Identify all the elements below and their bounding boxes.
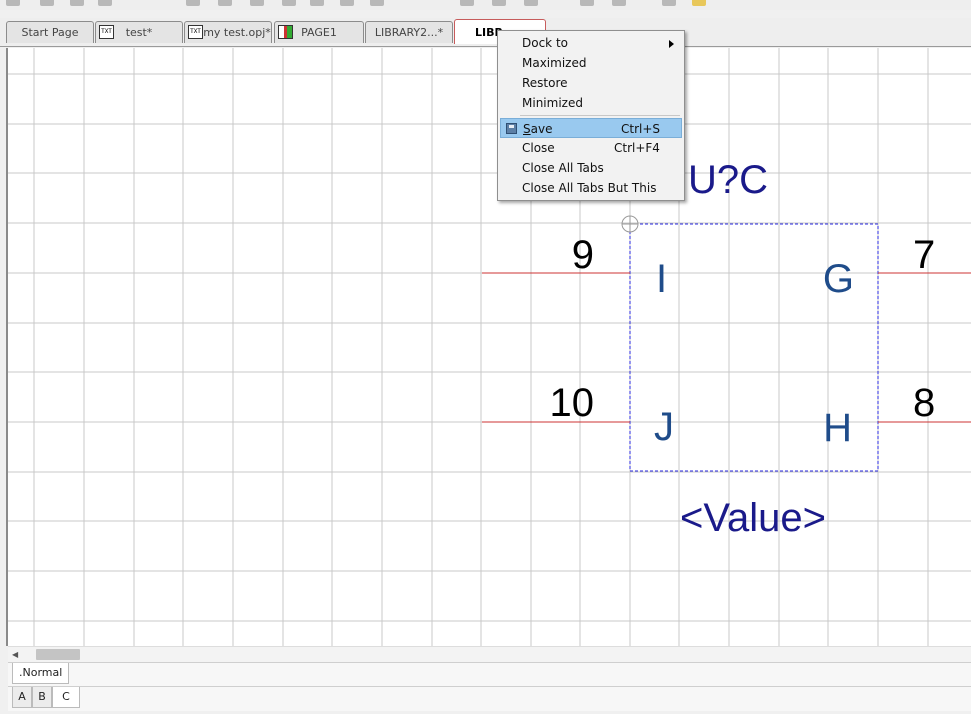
tab-page1[interactable]: PAGE1 (274, 21, 364, 43)
sheet-tab-c[interactable]: C (52, 687, 80, 708)
tab-context-menu: Dock to Maximized Restore Minimized Save… (497, 30, 685, 201)
toolbar-button[interactable] (6, 0, 20, 6)
close-shortcut: Ctrl+F4 (614, 141, 660, 155)
sheet-tab-row: A B C (8, 686, 971, 711)
pin-name-g: G (823, 257, 854, 301)
pin-number-8: 8 (913, 381, 935, 425)
part-reference-label: U?C (688, 158, 768, 202)
schematic-icon: TXT (99, 25, 114, 39)
menu-separator (520, 115, 680, 116)
page-icon (278, 25, 293, 39)
menu-item-minimized[interactable]: Minimized (500, 93, 682, 113)
tab-test[interactable]: TXT test* (95, 21, 183, 43)
menu-item-maximized[interactable]: Maximized (500, 53, 682, 73)
toolbar-button[interactable] (218, 0, 232, 6)
toolbar-button[interactable] (282, 0, 296, 6)
menu-item-close-all-tabs[interactable]: Close All Tabs (500, 158, 682, 178)
pin-number-7: 7 (913, 233, 935, 277)
scroll-left-arrow-icon[interactable]: ◀ (12, 650, 18, 659)
toolbar-button[interactable] (70, 0, 84, 6)
toolbar-button[interactable] (662, 0, 676, 6)
pin-name-i: I (656, 257, 667, 301)
toolbar-button[interactable] (310, 0, 324, 6)
toolbar-button[interactable] (98, 0, 112, 6)
part-value-label: <Value> (680, 496, 826, 540)
toolbar-button[interactable] (460, 0, 474, 6)
pin-name-h: H (823, 406, 852, 450)
save-icon (506, 123, 517, 134)
tab-label: PAGE1 (301, 26, 337, 39)
menu-item-dock-to[interactable]: Dock to (500, 33, 682, 53)
toolbar-button[interactable] (370, 0, 384, 6)
toolbar-button[interactable] (580, 0, 594, 6)
tab-normal-view[interactable]: .Normal (12, 663, 70, 684)
toolbar-button[interactable] (524, 0, 538, 6)
pin-number-10: 10 (550, 381, 595, 425)
toolbar-button[interactable] (612, 0, 626, 6)
toolbar-button[interactable] (186, 0, 200, 6)
menu-item-save[interactable]: Save Ctrl+S (500, 118, 682, 138)
menu-item-close-all-but-this[interactable]: Close All Tabs But This (500, 178, 682, 198)
toolbar-button[interactable] (492, 0, 506, 6)
tab-label: my test.opj* (203, 26, 271, 39)
schematic-canvas[interactable]: U?C 9 10 7 8 I J G H <Value> (6, 48, 971, 646)
menu-item-close[interactable]: Close Ctrl+F4 (500, 138, 682, 158)
pin-number-9: 9 (572, 233, 594, 277)
toolbar-button[interactable] (40, 0, 54, 6)
tab-start-page[interactable]: Start Page (6, 21, 94, 43)
document-tab-bar: Start Page TXT test* TXT my test.opj* PA… (0, 18, 971, 47)
tab-label: LIBRARY2...* (374, 26, 444, 39)
toolbar-button[interactable] (250, 0, 264, 6)
pin-name-j: J (654, 405, 674, 449)
save-shortcut: Ctrl+S (621, 122, 661, 136)
tab-my-test-opj[interactable]: TXT my test.opj* (184, 21, 272, 43)
sheet-tab-a[interactable]: A (12, 687, 32, 708)
toolbar (0, 0, 971, 10)
schematic-icon: TXT (188, 25, 203, 39)
sheet-tab-b[interactable]: B (32, 687, 52, 708)
save-mnemonic: S (523, 122, 531, 136)
tab-label: test* (125, 26, 153, 39)
schematic-drawing: U?C 9 10 7 8 I J G H <Value> (8, 48, 971, 646)
submenu-arrow-icon (669, 40, 674, 48)
tab-library2[interactable]: LIBRARY2...* (365, 21, 453, 43)
toolbar-button[interactable] (340, 0, 354, 6)
page-tab-row: .Normal (8, 662, 971, 687)
scrollbar-thumb[interactable] (36, 649, 80, 660)
menu-item-restore[interactable]: Restore (500, 73, 682, 93)
toolbar-button[interactable] (692, 0, 706, 6)
save-label: ave (530, 122, 553, 136)
horizontal-scrollbar[interactable]: ◀ (8, 646, 971, 663)
tab-label: Start Page (21, 26, 79, 39)
